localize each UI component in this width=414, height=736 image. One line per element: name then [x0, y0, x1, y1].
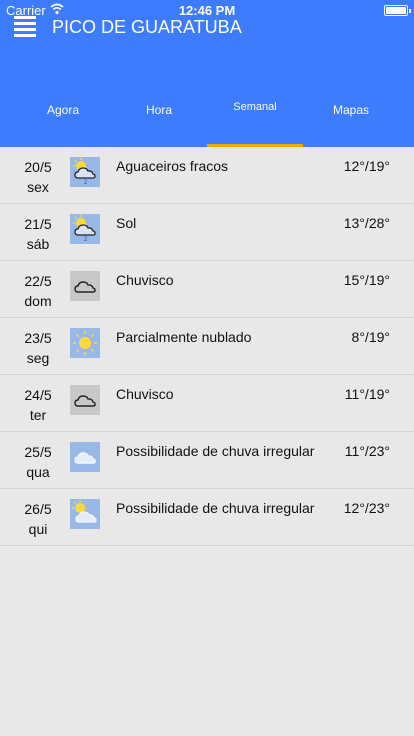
tab-label: Mapas — [332, 103, 370, 117]
day-date: 24/5 ter — [14, 385, 62, 425]
forecast-desc: Chuvisco — [116, 272, 174, 288]
tab-label: Semanal — [233, 101, 277, 113]
forecast-temp: 11°/19° — [344, 386, 390, 402]
list-item[interactable]: 20/5 sex 2 Aguaceiros fracos 12°/19° — [0, 147, 414, 204]
forecast-temp: 8°/19° — [351, 329, 390, 345]
tab-mapas[interactable]: Mapas — [303, 98, 399, 147]
date-label: 22/5 — [24, 273, 52, 289]
forecast-temp: 15°/19° — [343, 272, 390, 288]
forecast-desc: Sol — [116, 215, 137, 231]
date-label: 25/5 — [24, 444, 52, 460]
forecast-desc: Aguaceiros fracos — [116, 158, 229, 174]
date-label: 21/5 — [24, 216, 52, 232]
list-item[interactable]: 23/5 seg Parcialmente nublado 8°/19° — [0, 318, 414, 375]
page-title: PICO DE GUARATUBA — [52, 17, 242, 37]
day-date: 22/5 dom — [14, 271, 62, 311]
list-item[interactable]: 22/5 dom Chuvisco 15°/19° — [0, 261, 414, 318]
sun-cloud-icon — [70, 499, 100, 529]
weekday-label: sáb — [26, 236, 50, 252]
tab-bar: Agora Hora Semanal Mapas — [0, 98, 414, 147]
tab-hora[interactable]: Hora — [111, 98, 207, 147]
day-date: 25/5 qua — [14, 442, 62, 482]
weekday-label: seg — [26, 350, 50, 366]
forecast-temp: 12°/19° — [343, 158, 390, 174]
date-label: 23/5 — [24, 330, 52, 346]
cloud-light-icon — [70, 442, 100, 472]
tab-agora[interactable]: Agora — [15, 98, 111, 147]
forecast-desc: Parcialmente nublado — [116, 329, 252, 345]
app-header: Carrier 12:46 PM PICO DE GUARATUBA Agora… — [0, 0, 414, 147]
forecast-desc: Possibilidade de chuva irregular — [116, 443, 315, 459]
weekday-label: sex — [27, 179, 49, 195]
menu-icon[interactable] — [14, 16, 36, 37]
sun-cloud-rain-icon: 2 — [70, 214, 100, 244]
forecast-list: 20/5 sex 2 Aguaceiros fracos 12°/19° 21/… — [0, 147, 414, 546]
status-time: 12:46 PM — [178, 3, 236, 18]
cloud-icon — [70, 271, 100, 301]
list-item[interactable]: 25/5 qua Possibilidade de chuva irregula… — [0, 432, 414, 489]
day-date: 21/5 sáb — [14, 214, 62, 254]
day-date: 23/5 seg — [14, 328, 62, 368]
weekday-label: qui — [28, 521, 48, 537]
forecast-temp: 13°/28° — [343, 215, 390, 231]
battery-icon — [384, 5, 411, 16]
tab-semanal[interactable]: Semanal — [207, 98, 303, 147]
list-item[interactable]: 26/5 qui Possibilidade de chuva irregula… — [0, 489, 414, 546]
day-date: 20/5 sex — [14, 157, 62, 197]
list-item[interactable]: 21/5 sáb 2 Sol 13°/28° — [0, 204, 414, 261]
forecast-temp: 11°/23° — [344, 443, 390, 459]
weekday-label: ter — [29, 407, 47, 423]
day-date: 26/5 qui — [14, 499, 62, 539]
date-label: 20/5 — [24, 159, 52, 175]
sun-cloud-rain-icon: 2 — [70, 157, 100, 187]
date-label: 26/5 — [24, 501, 52, 517]
date-label: 24/5 — [24, 387, 52, 403]
weekday-label: dom — [24, 293, 52, 309]
weekday-label: qua — [26, 464, 50, 480]
forecast-desc: Possibilidade de chuva irregular — [116, 500, 315, 516]
cloud-icon — [70, 385, 100, 415]
sun-icon — [70, 328, 100, 358]
tab-label: Agora — [46, 103, 80, 117]
tab-label: Hora — [145, 103, 172, 117]
list-item[interactable]: 24/5 ter Chuvisco 11°/19° — [0, 375, 414, 432]
forecast-desc: Chuvisco — [116, 386, 174, 402]
forecast-temp: 12°/23° — [343, 500, 390, 516]
